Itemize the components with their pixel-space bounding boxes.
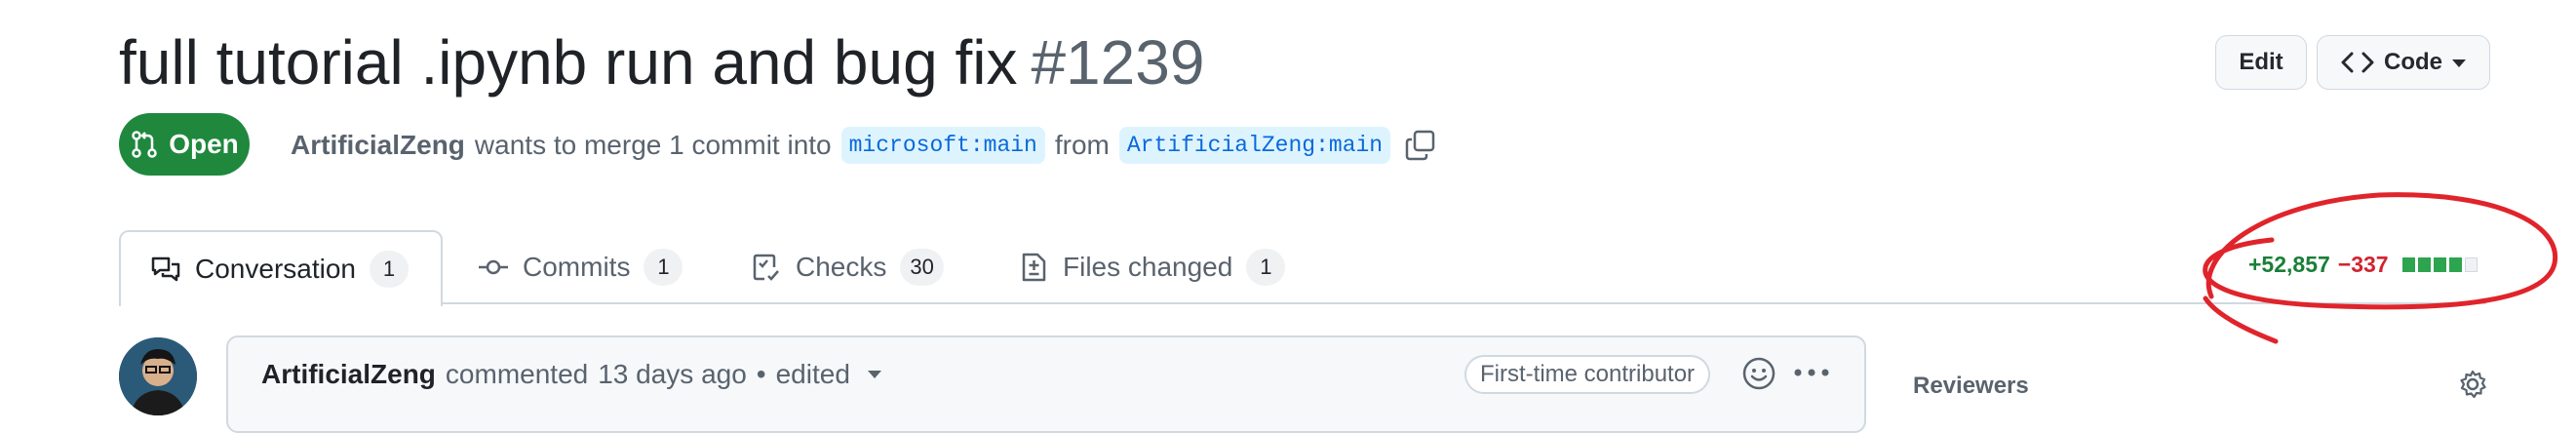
base-branch[interactable]: microsoft:main [840,127,1045,164]
from-text: from [1054,130,1110,160]
comment-header: ArtificialZeng commented 13 days ago • e… [261,359,881,390]
avatar-image [119,337,197,415]
comment-discussion-icon [151,256,180,282]
pr-meta: ArtificialZeng wants to merge 1 commit i… [291,127,1437,164]
comment-author[interactable]: ArtificialZeng [261,359,436,390]
diffstat: +52,857 −337 [2248,252,2478,278]
tab-commits-count: 1 [644,249,683,286]
tab-conversation-count: 1 [369,251,409,288]
pr-number: #1239 [1031,27,1205,98]
diffstat-block [2433,257,2446,272]
pr-title-text: full tutorial .ipynb run and bug fix [119,27,1018,98]
pr-author-link[interactable]: ArtificialZeng [291,130,465,161]
avatar[interactable] [119,337,197,415]
pr-title: full tutorial .ipynb run and bug fix #123… [119,25,1204,99]
file-diff-icon [1022,253,1046,282]
tabs-divider [119,302,2486,304]
kebab-horizontal-icon[interactable] [1792,363,1831,382]
diffstat-block [2448,257,2462,272]
diffstat-block [2464,257,2478,272]
tab-conversation-label: Conversation [195,254,356,284]
comment-action: commented [445,359,589,389]
edit-button-label: Edit [2239,49,2283,75]
tab-checks-label: Checks [796,252,887,282]
first-time-contributor-badge: First-time contributor [1464,355,1711,394]
diffstat-bars [2401,257,2478,272]
comment-separator: • [756,359,766,389]
git-pull-request-icon [132,131,157,158]
copy-icon[interactable] [1404,129,1437,162]
diffstat-block [2417,257,2431,272]
tab-files-changed-label: Files changed [1063,252,1233,282]
chevron-down-icon[interactable] [867,371,881,378]
status-badge: Open [119,113,250,176]
tab-files-changed[interactable]: Files changed 1 [1018,230,1286,304]
tab-commits[interactable]: Commits 1 [478,230,683,304]
diffstat-block [2401,257,2415,272]
edit-button[interactable]: Edit [2215,35,2307,90]
comment-time[interactable]: 13 days ago [598,359,747,390]
reviewers-heading[interactable]: Reviewers [1913,373,2029,400]
comment-edited[interactable]: edited [776,359,850,390]
status-label: Open [169,129,239,159]
code-button[interactable]: Code [2317,35,2490,90]
tab-commits-label: Commits [523,252,631,282]
tab-checks-count: 30 [900,249,944,286]
tab-conversation[interactable]: Conversation 1 [119,230,443,306]
diffstat-additions: +52,857 [2248,252,2330,277]
merge-text: wants to merge 1 commit into [474,130,832,160]
git-commit-icon [479,259,508,275]
diffstat-deletions: −337 [2337,252,2389,277]
smiley-icon[interactable] [1741,356,1776,391]
contributor-badge-label: First-time contributor [1480,361,1696,387]
tab-checks[interactable]: Checks 30 [751,230,944,304]
chevron-down-icon [2452,59,2466,67]
tab-files-changed-count: 1 [1246,249,1286,286]
checklist-icon [753,254,779,281]
code-icon [2341,52,2374,73]
code-button-label: Code [2384,49,2442,75]
head-branch[interactable]: ArtificialZeng:main [1118,127,1391,164]
gear-icon[interactable] [2457,369,2488,400]
